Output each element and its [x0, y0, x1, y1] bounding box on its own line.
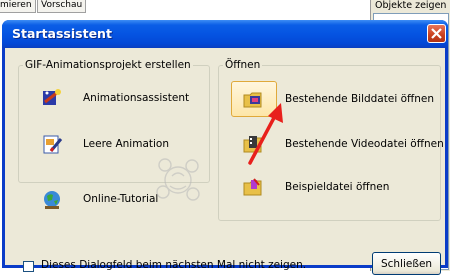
annotation-overlay [156, 103, 283, 201]
watermark-logo [156, 158, 200, 201]
red-arrow-annotation [248, 103, 283, 165]
